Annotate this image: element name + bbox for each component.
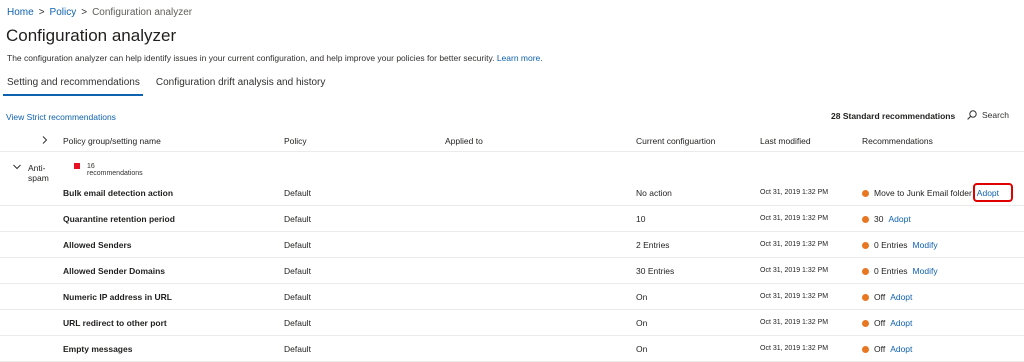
- table-header: Policy group/setting name Policy Applied…: [0, 130, 1024, 152]
- search-label: Search: [982, 110, 1009, 120]
- table-row[interactable]: URL redirect to other port Default On Oc…: [0, 310, 1024, 336]
- policy-name: Default: [284, 240, 311, 250]
- current-configuration: On: [636, 344, 648, 354]
- last-modified: Oct 31, 2019 1:32 PM: [760, 319, 829, 326]
- adopt-link[interactable]: Adopt: [890, 292, 912, 302]
- description-text: The configuration analyzer can help iden…: [7, 53, 495, 63]
- recommendation: Off Adopt: [862, 318, 912, 328]
- breadcrumb-policy[interactable]: Policy: [50, 7, 77, 18]
- breadcrumb-separator: >: [38, 7, 45, 18]
- tab-bar: Setting and recommendations Configuratio…: [3, 77, 338, 96]
- column-header-modified[interactable]: Last modified: [760, 136, 811, 146]
- recommendation-value: 30: [874, 214, 884, 224]
- recommendation: Off Adopt: [862, 292, 912, 302]
- search-button[interactable]: Search: [967, 110, 1009, 120]
- recommendation-value: Move to Junk Email folder: [874, 188, 972, 198]
- recommendation-value: 0 Entries: [874, 266, 908, 276]
- recommendation-value: 0 Entries: [874, 240, 908, 250]
- status-dot: [862, 319, 869, 327]
- column-header-recommendations[interactable]: Recommendations: [862, 136, 933, 146]
- policy-name: Default: [284, 214, 311, 224]
- setting-name: URL redirect to other port: [63, 318, 167, 328]
- last-modified: Oct 31, 2019 1:32 PM: [760, 241, 829, 248]
- policy-name: Default: [284, 318, 311, 328]
- modify-link[interactable]: Modify: [913, 266, 938, 276]
- last-modified: Oct 31, 2019 1:32 PM: [760, 345, 829, 352]
- table-row[interactable]: Numeric IP address in URL Default On Oct…: [0, 284, 1024, 310]
- setting-name: Empty messages: [63, 344, 133, 354]
- tab-configuration-drift[interactable]: Configuration drift analysis and history: [156, 77, 326, 96]
- current-configuration: On: [636, 292, 648, 302]
- current-configuration: No action: [636, 188, 672, 198]
- setting-name: Allowed Senders: [63, 240, 132, 250]
- policy-name: Default: [284, 292, 311, 302]
- recommendation: 0 Entries Modify: [862, 266, 938, 276]
- group-recommendation-count: 16 recommendations: [87, 163, 143, 177]
- table-row[interactable]: Bulk email detection action Default No a…: [0, 180, 1024, 206]
- table-row[interactable]: Quarantine retention period Default 10 O…: [0, 206, 1024, 232]
- recommendation-value: Off: [874, 344, 886, 354]
- breadcrumb: Home > Policy > Configuration analyzer: [7, 7, 192, 18]
- current-configuration: 2 Entries: [636, 240, 670, 250]
- breadcrumb-current: Configuration analyzer: [92, 7, 193, 18]
- adopt-link[interactable]: Adopt: [890, 318, 912, 328]
- table-row[interactable]: Allowed Sender Domains Default 30 Entrie…: [0, 258, 1024, 284]
- policy-name: Default: [284, 188, 311, 198]
- column-header-current[interactable]: Current configuartion: [636, 136, 715, 146]
- last-modified: Oct 31, 2019 1:32 PM: [760, 267, 829, 274]
- modify-link[interactable]: Modify: [913, 240, 938, 250]
- setting-name: Quarantine retention period: [63, 214, 175, 224]
- status-dot: [862, 267, 869, 275]
- current-configuration: 10: [636, 214, 646, 224]
- standard-recommendations-count: 28 Standard recommendations: [831, 111, 956, 121]
- search-icon: [967, 110, 977, 120]
- learn-more-link[interactable]: Learn more.: [497, 53, 543, 63]
- chevron-right-icon[interactable]: [40, 135, 50, 145]
- adopt-link[interactable]: Adopt: [890, 344, 912, 354]
- recommendation: 30 Adopt: [862, 214, 911, 224]
- status-dot: [862, 241, 869, 249]
- chevron-down-icon[interactable]: [12, 162, 22, 172]
- page-title: Configuration analyzer: [6, 26, 177, 45]
- page-description: The configuration analyzer can help iden…: [7, 53, 543, 63]
- status-dot: [862, 345, 869, 353]
- table-row[interactable]: Allowed Senders Default 2 Entries Oct 31…: [0, 232, 1024, 258]
- policy-name: Default: [284, 266, 311, 276]
- status-dot: [862, 293, 869, 301]
- last-modified: Oct 31, 2019 1:32 PM: [760, 189, 829, 196]
- breadcrumb-home[interactable]: Home: [7, 7, 34, 18]
- tab-setting-and-recommendations[interactable]: Setting and recommendations: [3, 77, 143, 96]
- recommendation-value: Off: [874, 292, 886, 302]
- column-header-policy[interactable]: Policy: [284, 136, 307, 146]
- column-header-applied-to[interactable]: Applied to: [445, 136, 483, 146]
- recommendation-value: Off: [874, 318, 886, 328]
- recommendation: Off Adopt: [862, 344, 912, 354]
- column-header-name[interactable]: Policy group/setting name: [63, 136, 161, 146]
- view-strict-recommendations-link[interactable]: View Strict recommendations: [6, 112, 116, 122]
- recommendation: 0 Entries Modify: [862, 240, 938, 250]
- highlight-annotation: [973, 183, 1013, 202]
- last-modified: Oct 31, 2019 1:32 PM: [760, 215, 829, 222]
- severity-indicator: [74, 163, 80, 169]
- current-configuration: On: [636, 318, 648, 328]
- setting-name: Allowed Sender Domains: [63, 266, 166, 276]
- last-modified: Oct 31, 2019 1:32 PM: [760, 293, 829, 300]
- adopt-link[interactable]: Adopt: [888, 214, 910, 224]
- policy-name: Default: [284, 344, 311, 354]
- status-dot: [862, 189, 869, 197]
- current-configuration: 30 Entries: [636, 266, 675, 276]
- breadcrumb-separator: >: [81, 7, 88, 18]
- setting-name: Bulk email detection action: [63, 188, 174, 198]
- status-dot: [862, 215, 869, 223]
- table-row[interactable]: Empty messages Default On Oct 31, 2019 1…: [0, 336, 1024, 362]
- setting-name: Numeric IP address in URL: [63, 292, 172, 302]
